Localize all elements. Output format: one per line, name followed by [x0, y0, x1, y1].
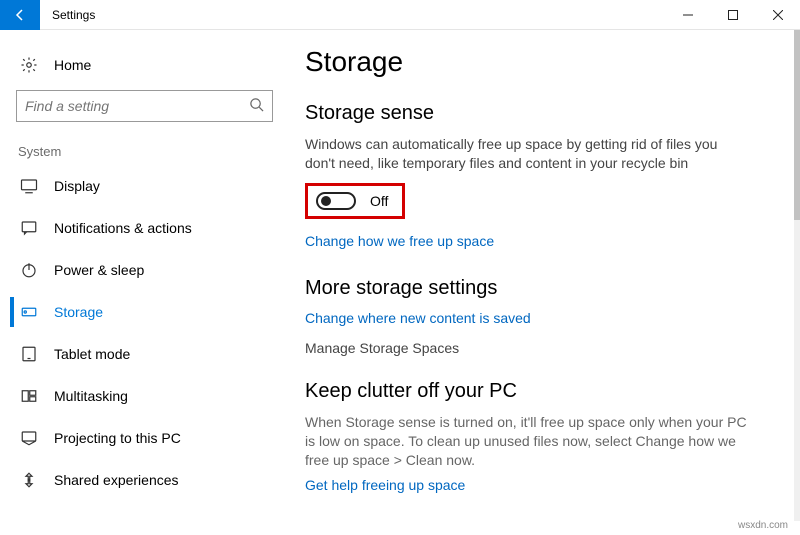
- notifications-icon: [18, 219, 40, 237]
- sidebar-item-power[interactable]: Power & sleep: [10, 249, 279, 291]
- sidebar-item-multitasking[interactable]: Multitasking: [10, 375, 279, 417]
- sidebar-item-notifications[interactable]: Notifications & actions: [10, 207, 279, 249]
- sidebar-item-display[interactable]: Display: [10, 165, 279, 207]
- titlebar: Settings: [0, 0, 800, 30]
- heading-keep-clutter: Keep clutter off your PC: [305, 380, 772, 403]
- search-box[interactable]: [16, 90, 273, 122]
- section-label-system: System: [10, 136, 279, 165]
- gear-icon: [18, 56, 40, 74]
- link-get-help[interactable]: Get help freeing up space: [305, 477, 772, 493]
- tablet-icon: [18, 345, 40, 363]
- sidebar-item-label: Projecting to this PC: [54, 430, 181, 446]
- sidebar-item-label: Tablet mode: [54, 346, 130, 362]
- toggle-knob: [321, 196, 331, 206]
- maximize-button[interactable]: [710, 0, 755, 30]
- sidebar-item-label: Shared experiences: [54, 472, 179, 488]
- sidebar-item-shared[interactable]: Shared experiences: [10, 459, 279, 501]
- close-button[interactable]: [755, 0, 800, 30]
- heading-more-storage: More storage settings: [305, 277, 772, 300]
- sidebar-item-label: Power & sleep: [54, 262, 144, 278]
- storage-icon: [18, 303, 40, 321]
- minimize-button[interactable]: [665, 0, 710, 30]
- search-icon: [249, 97, 264, 115]
- scrollbar-track[interactable]: [794, 30, 800, 521]
- sidebar: Home System Display Notifications & acti…: [0, 30, 285, 535]
- sidebar-item-label: Storage: [54, 304, 103, 320]
- heading-storage-sense: Storage sense: [305, 102, 772, 125]
- main-panel: Storage Storage sense Windows can automa…: [285, 30, 800, 535]
- sidebar-item-projecting[interactable]: Projecting to this PC: [10, 417, 279, 459]
- page-title: Storage: [305, 46, 772, 78]
- home-label: Home: [54, 57, 91, 73]
- search-input[interactable]: [25, 98, 249, 114]
- scrollbar-thumb[interactable]: [794, 30, 800, 220]
- sidebar-item-storage[interactable]: Storage: [10, 291, 279, 333]
- power-icon: [18, 261, 40, 279]
- window-controls: [665, 0, 800, 30]
- clutter-description: When Storage sense is turned on, it'll f…: [305, 413, 750, 470]
- projecting-icon: [18, 429, 40, 447]
- watermark: wsxdn.com: [738, 520, 788, 531]
- sidebar-item-label: Multitasking: [54, 388, 128, 404]
- sidebar-item-label: Notifications & actions: [54, 220, 192, 236]
- sidebar-item-tablet[interactable]: Tablet mode: [10, 333, 279, 375]
- back-button[interactable]: [0, 0, 40, 30]
- window-title: Settings: [40, 8, 665, 22]
- shared-icon: [18, 471, 40, 489]
- storage-sense-toggle-highlight: Off: [305, 183, 405, 219]
- storage-sense-description: Windows can automatically free up space …: [305, 135, 750, 173]
- link-manage-storage-spaces[interactable]: Manage Storage Spaces: [305, 340, 772, 356]
- home-button[interactable]: Home: [10, 46, 279, 84]
- sidebar-item-label: Display: [54, 178, 100, 194]
- link-change-free-space[interactable]: Change how we free up space: [305, 233, 772, 249]
- toggle-state-label: Off: [370, 193, 388, 209]
- display-icon: [18, 177, 40, 195]
- multitasking-icon: [18, 387, 40, 405]
- link-change-where-saved[interactable]: Change where new content is saved: [305, 310, 772, 326]
- storage-sense-toggle[interactable]: [316, 192, 356, 210]
